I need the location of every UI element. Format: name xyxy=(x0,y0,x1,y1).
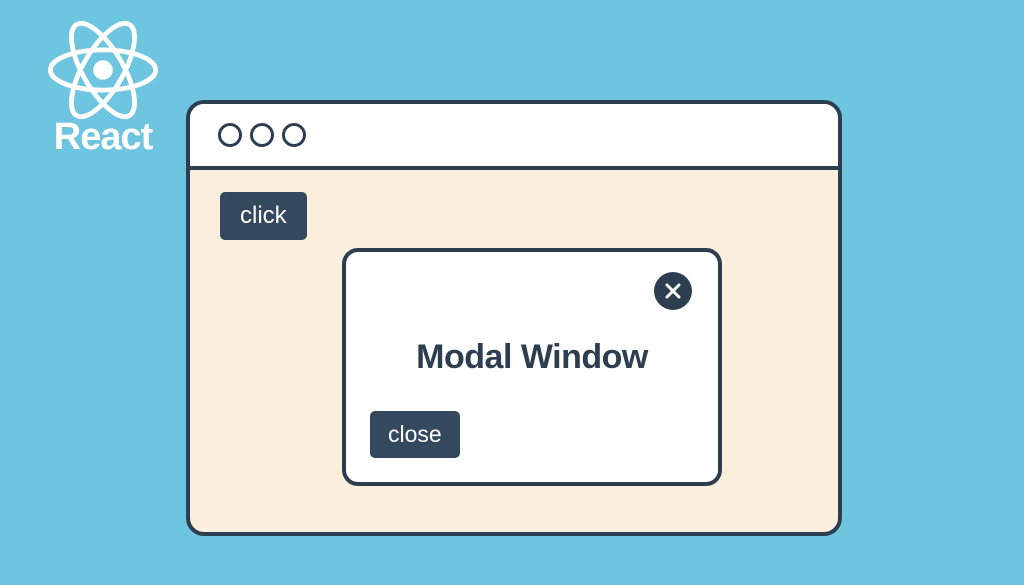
browser-content: click Modal Window close xyxy=(190,170,838,532)
window-control-circle[interactable] xyxy=(218,123,242,147)
react-atom-icon xyxy=(48,20,158,120)
react-logo: React xyxy=(48,20,158,159)
close-icon[interactable] xyxy=(654,272,692,310)
window-control-circle[interactable] xyxy=(282,123,306,147)
modal-title: Modal Window xyxy=(346,338,718,377)
click-button[interactable]: click xyxy=(220,192,307,240)
react-logo-text: React xyxy=(54,116,153,159)
close-button[interactable]: close xyxy=(370,411,460,458)
modal-dialog: Modal Window close xyxy=(342,248,722,486)
window-control-circle[interactable] xyxy=(250,123,274,147)
browser-window: click Modal Window close xyxy=(186,100,842,536)
browser-titlebar xyxy=(190,104,838,170)
